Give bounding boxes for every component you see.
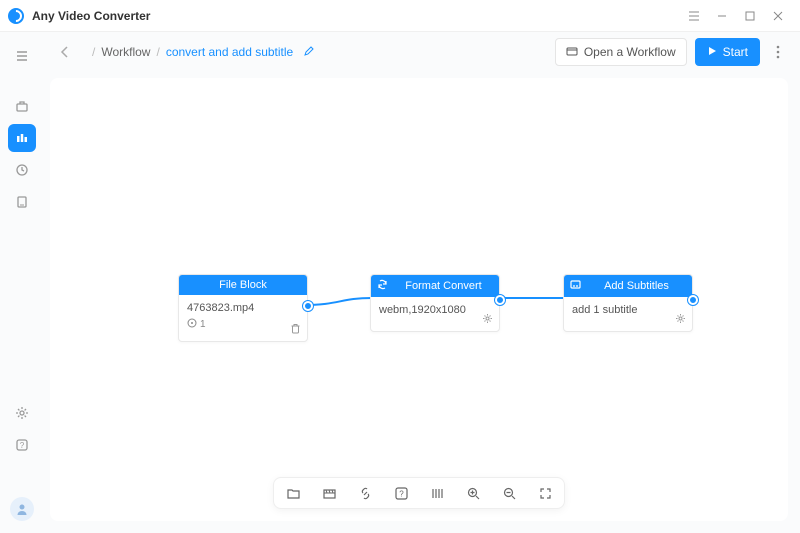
tool-clapper-icon[interactable]	[320, 484, 338, 502]
sidebar-item-toolbox[interactable]	[8, 92, 36, 120]
more-button[interactable]	[768, 45, 788, 59]
svg-text:?: ?	[399, 489, 404, 498]
tool-help-icon[interactable]: ?	[392, 484, 410, 502]
minimize-button[interactable]	[708, 2, 736, 30]
node-filename: 4763823.mp4	[187, 302, 299, 314]
node-format-convert[interactable]: Format Convert webm,1920x1080	[370, 274, 500, 332]
app-logo-icon	[8, 8, 24, 24]
open-workflow-button[interactable]: Open a Workflow	[555, 38, 687, 66]
breadcrumb-root[interactable]: Workflow	[101, 45, 150, 59]
gear-icon[interactable]	[482, 313, 493, 327]
gear-icon[interactable]	[675, 313, 686, 327]
svg-text:?: ?	[20, 441, 25, 450]
node-title: Add Subtitles	[587, 280, 686, 292]
canvas-toolbar: ?	[273, 477, 565, 509]
output-port[interactable]	[688, 295, 698, 305]
start-label: Start	[723, 45, 748, 59]
tool-zoom-in-icon[interactable]	[464, 484, 482, 502]
sidebar-item-settings[interactable]	[8, 399, 36, 427]
open-workflow-label: Open a Workflow	[584, 45, 676, 59]
workflow-canvas[interactable]: File Block 4763823.mp4 1 Fo	[50, 78, 788, 521]
tool-fit-icon[interactable]	[536, 484, 554, 502]
back-button[interactable]	[56, 45, 74, 59]
tool-zoom-out-icon[interactable]	[500, 484, 518, 502]
breadcrumb: / Workflow / convert and add subtitle	[92, 45, 315, 60]
sidebar-item-downloads[interactable]	[8, 188, 36, 216]
menu-icon[interactable]	[680, 2, 708, 30]
node-count: 1	[200, 319, 206, 330]
titlebar: Any Video Converter	[0, 0, 800, 32]
node-detail: add 1 subtitle	[572, 304, 684, 316]
delete-icon[interactable]	[290, 323, 301, 337]
node-detail: webm,1920x1080	[379, 304, 491, 316]
node-file-block[interactable]: File Block 4763823.mp4 1	[178, 274, 308, 342]
app-title: Any Video Converter	[32, 9, 150, 23]
tool-folder-icon[interactable]	[284, 484, 302, 502]
sidebar-item-help[interactable]: ?	[8, 431, 36, 459]
sidebar-item-history[interactable]	[8, 156, 36, 184]
user-avatar[interactable]	[10, 497, 34, 521]
folder-open-icon	[566, 45, 578, 60]
sidebar-item-workflow[interactable]	[8, 124, 36, 152]
breadcrumb-current[interactable]: convert and add subtitle	[166, 45, 293, 59]
topbar: / Workflow / convert and add subtitle Op…	[44, 32, 800, 72]
sidebar: ?	[0, 32, 44, 533]
output-port[interactable]	[495, 295, 505, 305]
target-icon	[187, 318, 197, 331]
start-button[interactable]: Start	[695, 38, 760, 66]
tool-align-icon[interactable]	[428, 484, 446, 502]
play-icon	[707, 45, 717, 59]
maximize-button[interactable]	[736, 2, 764, 30]
convert-icon	[377, 279, 388, 293]
node-title: File Block	[185, 279, 301, 291]
close-button[interactable]	[764, 2, 792, 30]
rename-icon[interactable]	[303, 45, 315, 60]
node-add-subtitles[interactable]: Add Subtitles add 1 subtitle	[563, 274, 693, 332]
hamburger-icon[interactable]	[8, 42, 36, 70]
output-port[interactable]	[303, 301, 313, 311]
node-title: Format Convert	[394, 280, 493, 292]
tool-link-icon[interactable]	[356, 484, 374, 502]
subtitle-icon	[570, 279, 581, 293]
